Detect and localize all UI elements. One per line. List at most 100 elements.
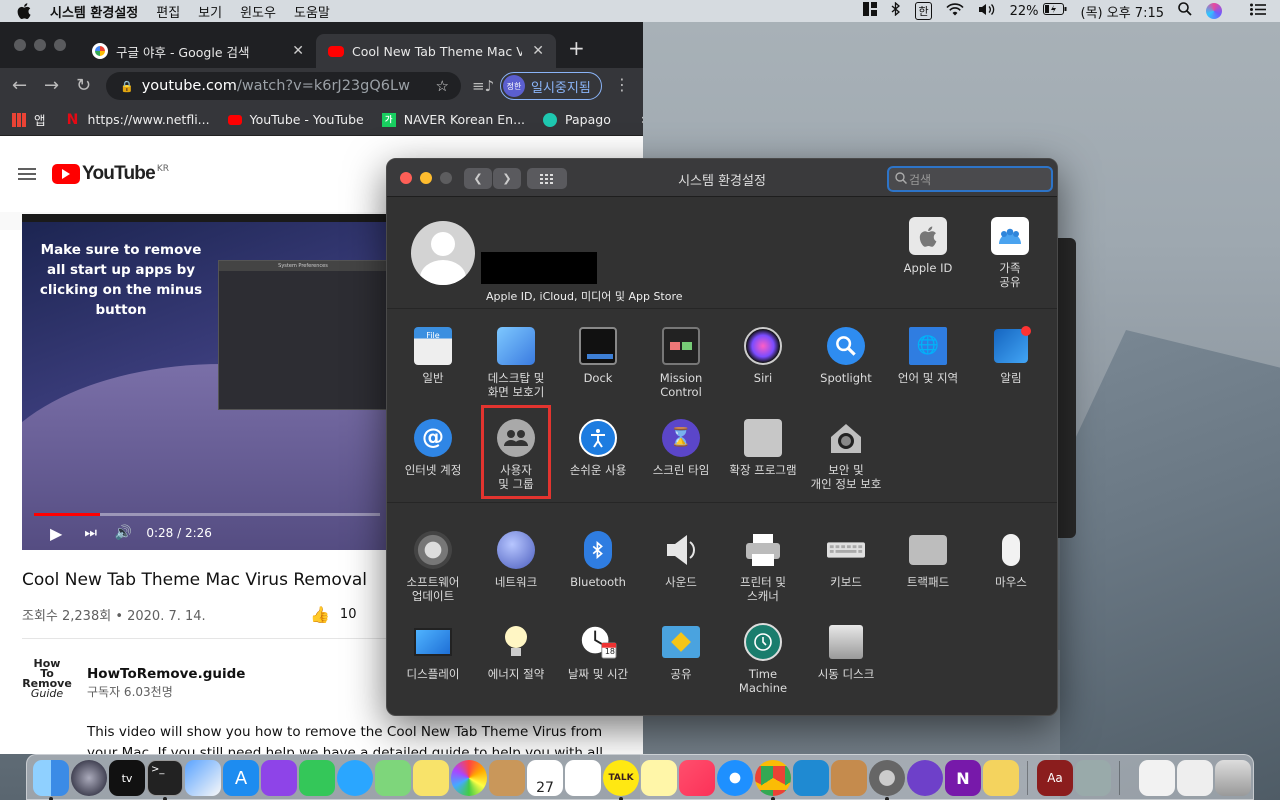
facetime-icon[interactable] (299, 760, 335, 796)
bookmarks-overflow-icon[interactable]: » (641, 112, 643, 128)
bookmark-naver[interactable]: 가 NAVER Korean En... (381, 112, 525, 127)
reminders-icon[interactable] (565, 760, 601, 796)
notification-center-icon[interactable] (1250, 3, 1266, 20)
calendar-icon[interactable]: 27 (527, 760, 563, 796)
trash-icon[interactable] (1215, 760, 1251, 796)
contacts-icon[interactable] (489, 760, 525, 796)
github-desktop-icon[interactable] (907, 760, 943, 796)
like-button[interactable]: 👍 10 (310, 605, 356, 624)
next-icon[interactable]: ⏭ (84, 525, 97, 541)
pref-bluetooth[interactable]: Bluetooth (557, 531, 639, 589)
tab-close-icon[interactable]: ✕ (532, 43, 544, 59)
wifi-icon[interactable] (946, 2, 964, 20)
spotlight-search-icon[interactable] (1178, 2, 1192, 20)
pref-extensions[interactable]: 확장 프로그램 (722, 419, 804, 477)
textedit-icon[interactable] (983, 760, 1019, 796)
window-minimize-button[interactable] (34, 39, 46, 51)
stickies-icon[interactable] (413, 760, 449, 796)
bluetooth-status-icon[interactable] (891, 1, 901, 20)
pref-trackpad[interactable]: 트랙패드 (887, 531, 969, 589)
chrome-icon[interactable] (755, 760, 791, 796)
menu-clock[interactable]: (목) 오후 7:15 (1081, 2, 1164, 21)
pref-family-sharing[interactable]: 가족 공유 (969, 217, 1051, 289)
reload-icon[interactable]: ↻ (76, 75, 91, 96)
pref-energy-saver[interactable]: 에너지 절약 (475, 623, 557, 681)
preview-icon[interactable] (185, 760, 221, 796)
menu-app-name[interactable]: 시스템 환경설정 (50, 2, 138, 21)
archive-utility-icon[interactable] (831, 760, 867, 796)
pref-network[interactable]: 네트워크 (475, 531, 557, 589)
pref-security-privacy[interactable]: 보안 및 개인 정보 보호 (805, 419, 887, 491)
volume-icon[interactable] (978, 3, 996, 20)
input-source-indicator[interactable]: 한 (915, 2, 932, 20)
menu-view[interactable]: 보기 (198, 2, 222, 21)
bookmark-papago[interactable]: Papago (543, 112, 611, 127)
volume-icon[interactable]: 🔊 (115, 525, 132, 541)
pref-printers-scanners[interactable]: 프린터 및 스캐너 (722, 531, 804, 603)
media-control-icon[interactable]: ≡♪ (472, 77, 494, 95)
siri-icon[interactable] (1206, 3, 1236, 19)
channel-avatar[interactable]: How To Remove Guide (22, 658, 72, 703)
vscode-icon[interactable] (793, 760, 829, 796)
kakaotalk-icon[interactable]: TALK (603, 760, 639, 796)
bookmark-youtube[interactable]: YouTube - YouTube (227, 112, 364, 127)
pref-siri[interactable]: Siri (722, 327, 804, 385)
pref-apple-id[interactable]: Apple ID (887, 217, 969, 275)
menu-window[interactable]: 윈도우 (240, 2, 276, 21)
tab-close-icon[interactable]: ✕ (292, 43, 304, 59)
apple-tv-icon[interactable]: tv (109, 760, 145, 796)
maps-icon[interactable] (375, 760, 411, 796)
pref-screen-time[interactable]: ⌛ 스크린 타임 (640, 419, 722, 477)
channel-name[interactable]: HowToRemove.guide (87, 666, 245, 682)
pref-sharing[interactable]: 공유 (640, 623, 722, 681)
hamburger-menu-icon[interactable] (18, 165, 36, 183)
tab-youtube[interactable]: Cool New Tab Theme Mac Virus ✕ (316, 34, 556, 68)
photos-icon[interactable] (451, 760, 487, 796)
documents-stack-icon[interactable] (1139, 760, 1175, 796)
pref-time-machine[interactable]: Time Machine (722, 623, 804, 695)
pref-dock[interactable]: Dock (557, 327, 639, 385)
pref-sound[interactable]: 사운드 (640, 531, 722, 589)
bookmark-star-icon[interactable]: ☆ (436, 77, 449, 95)
pref-general[interactable]: File 일반 (392, 327, 474, 385)
dictionary-icon[interactable]: Aa (1037, 760, 1073, 796)
pref-notifications[interactable]: 알림 (970, 326, 1052, 385)
system-preferences-icon[interactable] (869, 760, 905, 796)
pref-spotlight[interactable]: Spotlight (805, 327, 887, 385)
chrome-menu-icon[interactable]: ⋮ (614, 75, 630, 94)
pref-mission-control[interactable]: Mission Control (640, 327, 722, 399)
address-bar[interactable]: 🔒 youtube.com /watch?v=k6rJ23gQ6Lw ☆ (106, 72, 461, 100)
user-avatar[interactable] (411, 221, 475, 285)
forward-arrow-icon[interactable]: → (44, 75, 59, 96)
pref-keyboard[interactable]: 키보드 (805, 531, 887, 589)
music-icon[interactable] (679, 760, 715, 796)
pref-accessibility[interactable]: 손쉬운 사용 (557, 419, 639, 477)
pref-displays[interactable]: 디스플레이 (392, 623, 474, 681)
downloads-stack-icon[interactable] (1177, 760, 1213, 796)
tab-google-search[interactable]: 구글 야후 - Google 검색 ✕ (80, 34, 316, 68)
apple-menu-icon[interactable] (14, 0, 34, 22)
system-info-icon[interactable] (1075, 760, 1111, 796)
safari-icon[interactable] (717, 760, 753, 796)
pref-language-region[interactable]: 🌐 언어 및 지역 (887, 327, 969, 385)
pref-date-time[interactable]: 18 날짜 및 시간 (557, 623, 639, 681)
play-icon[interactable]: ▶ (50, 524, 62, 543)
notes-icon[interactable] (641, 760, 677, 796)
onenote-icon[interactable]: N (945, 760, 981, 796)
menu-help[interactable]: 도움말 (294, 2, 330, 21)
launchpad-icon[interactable] (71, 760, 107, 796)
pref-software-update[interactable]: 소프트웨어 업데이트 (392, 531, 474, 603)
profile-paused-button[interactable]: 정한 일시중지됨 (500, 72, 602, 100)
terminal-icon[interactable]: >_ (147, 760, 183, 796)
window-tiling-icon[interactable] (863, 2, 878, 20)
messages-icon[interactable] (337, 760, 373, 796)
battery-icon[interactable] (1042, 3, 1067, 19)
pref-mouse[interactable]: 마우스 (970, 531, 1052, 589)
pref-desktop-screensaver[interactable]: 데스크탑 및 화면 보호기 (475, 327, 557, 399)
pref-internet-accounts[interactable]: @ 인터넷 계정 (392, 419, 474, 477)
new-tab-plus-icon[interactable]: + (568, 36, 585, 60)
bookmark-apps[interactable]: 앱 (12, 110, 46, 129)
back-arrow-icon[interactable]: ← (12, 75, 27, 96)
sysprefs-search-field[interactable]: 검색 (887, 166, 1053, 192)
window-close-button[interactable] (14, 39, 26, 51)
